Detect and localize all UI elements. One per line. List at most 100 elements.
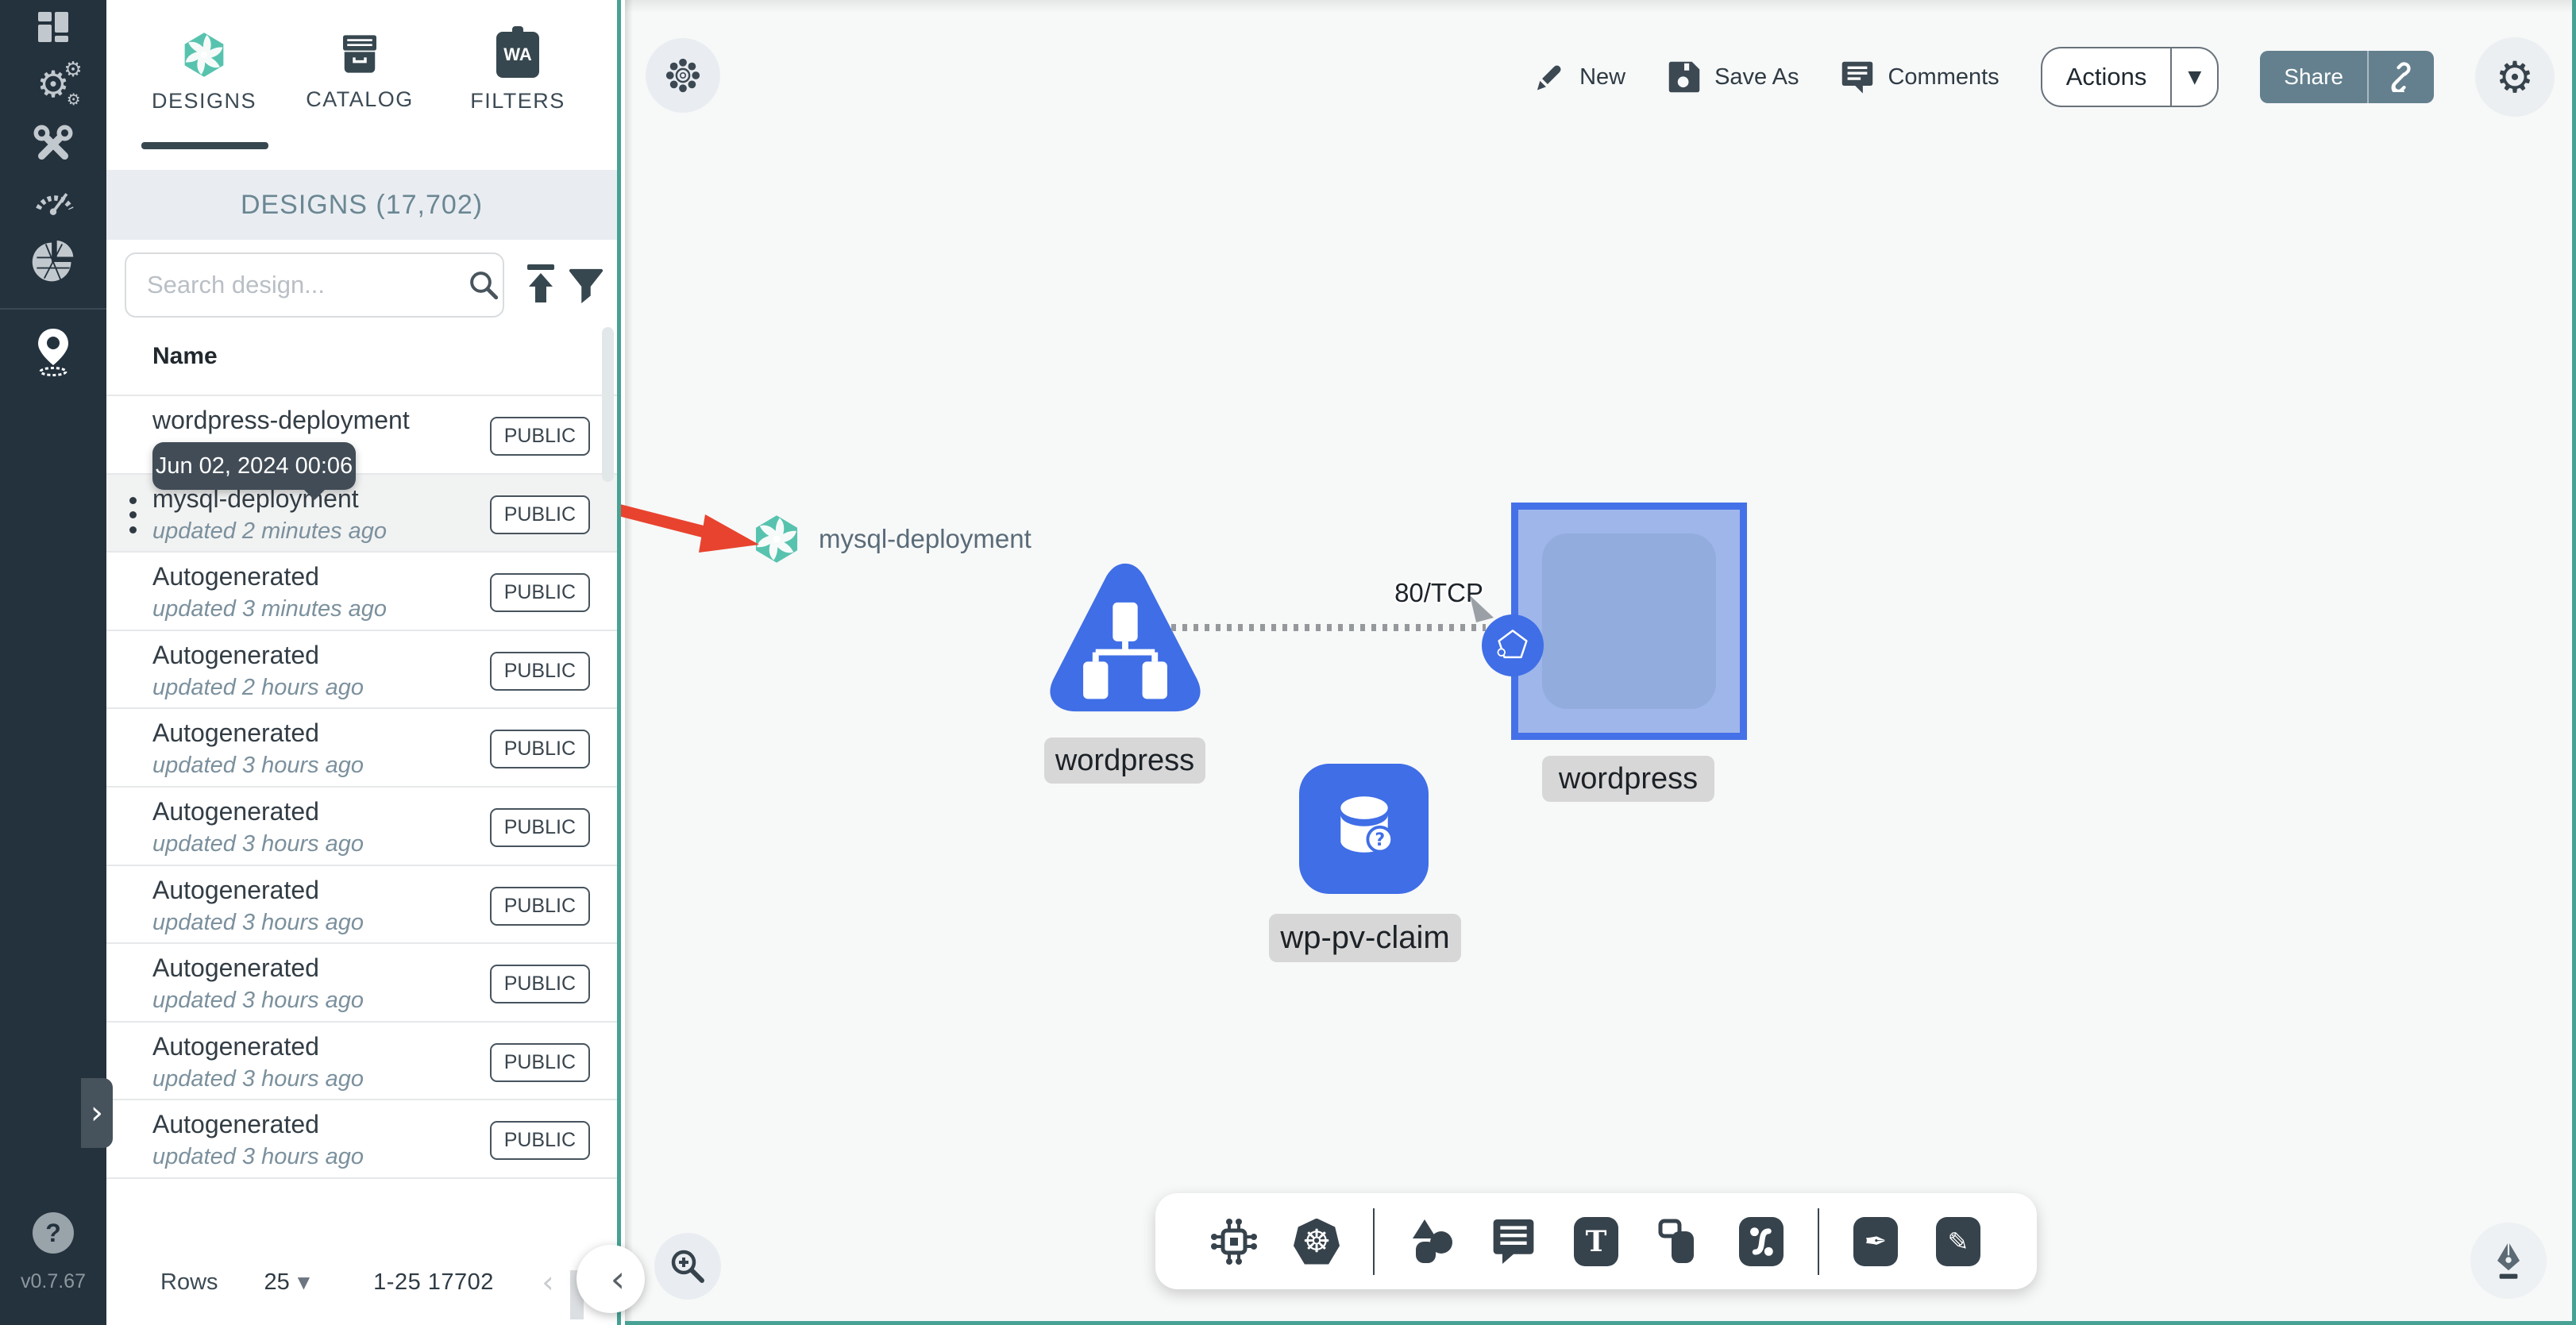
visibility-badge: PUBLIC — [489, 651, 590, 691]
caret-down-icon[interactable]: ▼ — [2172, 67, 2217, 87]
active-tab-indicator — [141, 142, 268, 149]
visibility-badge: PUBLIC — [489, 417, 590, 456]
design-row[interactable]: Autogenerated updated 2 hours ago PUBLIC — [106, 629, 617, 708]
design-updated: updated 2 hours ago — [152, 674, 364, 700]
sidebar-item-lifecycle[interactable]: ⚙ ⚙ ⚙ — [0, 52, 106, 116]
annotation-text: mysql-deployment — [819, 524, 1032, 553]
settings-button[interactable]: ⚙ — [2475, 37, 2555, 117]
node-wordpress-namespace[interactable] — [1511, 503, 1747, 740]
visibility-badge: PUBLIC — [489, 807, 590, 847]
gear-icon: ⚙ — [2495, 52, 2535, 102]
design-row[interactable]: Autogenerated updated 3 hours ago PUBLIC — [106, 707, 617, 786]
rows-per-page-select[interactable]: 25 ▼ — [264, 1269, 310, 1296]
design-updated: updated 2 minutes ago — [152, 518, 388, 544]
pencil-doodle-icon: ✎ — [1936, 1216, 1980, 1266]
design-updated: updated 3 hours ago — [152, 830, 364, 857]
design-updated: updated 3 minutes ago — [152, 596, 388, 622]
visibility-badge: PUBLIC — [489, 573, 590, 613]
asterisk-wheel-icon — [665, 58, 700, 93]
edge-connection[interactable] — [1171, 624, 1486, 631]
comments-icon — [1842, 61, 1873, 94]
canvas-menu-button[interactable] — [646, 38, 720, 113]
visibility-badge: PUBLIC — [489, 730, 590, 769]
design-updated: updated 3 hours ago — [152, 1144, 364, 1170]
actions-split-button[interactable]: Actions ▼ — [2040, 47, 2219, 107]
kubernetes-tool[interactable]: ☸ — [1290, 1214, 1343, 1269]
connect-tool[interactable] — [1735, 1214, 1787, 1269]
toolbar-divider — [1373, 1208, 1375, 1275]
node-label-wordpress: wordpress — [1044, 738, 1205, 784]
panel-tabs: DESIGNS CATALOG WA FILTERS — [106, 0, 617, 170]
design-updated: updated 3 hours ago — [152, 909, 364, 935]
design-name: Autogenerated — [152, 875, 319, 904]
design-row[interactable]: Autogenerated updated 3 hours ago PUBLIC — [106, 864, 617, 943]
search-box — [125, 252, 504, 318]
wasm-filter-icon: WA — [496, 26, 539, 78]
tab-catalog[interactable]: CATALOG — [292, 32, 427, 143]
component-tool[interactable] — [1208, 1214, 1260, 1269]
tab-designs[interactable]: DESIGNS — [137, 32, 272, 143]
connect-curve-icon — [1739, 1216, 1784, 1266]
design-row[interactable]: Autogenerated updated 3 hours ago PUBLIC — [106, 785, 617, 865]
text-tool-icon: T — [1574, 1216, 1618, 1266]
shapes-tool[interactable] — [1405, 1214, 1457, 1269]
service-port-node[interactable] — [1482, 614, 1544, 676]
updated-date-tooltip: Jun 02, 2024 00:06 — [152, 442, 356, 500]
list-scrollbar[interactable] — [602, 327, 614, 482]
column-header-name: Name — [152, 343, 218, 369]
mysql-deployment-annotation[interactable]: mysql-deployment — [752, 514, 1032, 564]
design-canvas[interactable]: New Save As Comments Actions ▼ Share ⚙ m… — [605, 0, 2576, 1325]
design-row[interactable]: Autogenerated updated 3 hours ago PUBLIC — [106, 1099, 617, 1177]
save-as-button[interactable]: Save As — [1667, 60, 1799, 94]
component-chip-icon — [1211, 1218, 1257, 1265]
rows-per-page-label: Rows — [160, 1269, 218, 1295]
comments-button[interactable]: Comments — [1840, 60, 1999, 94]
gauge-icon — [36, 193, 74, 215]
share-label: Share — [2284, 64, 2343, 89]
sidebar-item-extensions[interactable] — [0, 230, 106, 294]
share-split-button[interactable]: Share — [2260, 51, 2434, 103]
notes-tool[interactable] — [1487, 1214, 1540, 1269]
design-name: Autogenerated — [152, 562, 319, 591]
panel-header: DESIGNS (17,702) — [106, 170, 617, 240]
upload-design-button[interactable] — [523, 262, 559, 308]
sidebar-item-dashboard[interactable] — [0, 0, 106, 59]
tab-filters[interactable]: WA FILTERS — [450, 26, 585, 143]
rail-expand-button[interactable]: › — [81, 1078, 113, 1148]
caret-down-icon: ▼ — [297, 1273, 310, 1292]
zoom-in-button[interactable] — [654, 1233, 721, 1300]
row-menu-kebab-icon[interactable] — [127, 496, 138, 533]
wrenches-icon — [33, 125, 73, 160]
search-icon[interactable] — [464, 254, 503, 316]
help-button[interactable]: ? — [33, 1212, 74, 1254]
sidebar-item-performance[interactable] — [0, 165, 106, 229]
previous-page-button[interactable]: ‹ — [530, 1265, 565, 1300]
node-wp-pv-claim[interactable]: ? — [1299, 764, 1429, 894]
tab-designs-label: DESIGNS — [151, 89, 257, 113]
design-row[interactable]: Autogenerated updated 3 hours ago PUBLIC — [106, 942, 617, 1021]
collapse-panel-button[interactable]: ‹ — [577, 1245, 645, 1313]
text-tool[interactable]: T — [1570, 1214, 1622, 1269]
node-wordpress-deployment[interactable] — [1047, 556, 1203, 718]
copy-link-button[interactable] — [2369, 62, 2434, 92]
new-button[interactable]: New — [1532, 60, 1625, 94]
design-row[interactable]: Autogenerated updated 3 minutes ago PUBL… — [106, 551, 617, 630]
pencil-tool[interactable]: ✎ — [1932, 1214, 1984, 1269]
design-mode-button[interactable] — [2470, 1223, 2547, 1299]
namespace-inner-region — [1542, 533, 1716, 709]
filter-list-button[interactable] — [567, 264, 605, 308]
search-input[interactable] — [126, 271, 464, 299]
rail-divider — [0, 308, 106, 310]
kubernetes-wheel-icon: ☸ — [1294, 1218, 1340, 1265]
sidebar-item-kanvas[interactable] — [0, 320, 106, 383]
copy-shapes-tool[interactable] — [1652, 1214, 1705, 1269]
design-name: Autogenerated — [152, 796, 319, 826]
pen-tool[interactable]: ✒ — [1849, 1214, 1902, 1269]
copy-shapes-icon — [1658, 1219, 1694, 1263]
upload-icon — [527, 264, 554, 302]
design-updated: updated 3 hours ago — [152, 1065, 364, 1092]
design-row[interactable]: Autogenerated updated 3 hours ago PUBLIC — [106, 1020, 617, 1100]
pentagon-icon — [1497, 630, 1528, 659]
canvas-topbar: New Save As Comments Actions ▼ Share ⚙ — [1532, 32, 2555, 122]
panel-footer: Rows 25 ▼ 1-25 17702 ‹ › — [106, 1177, 617, 1325]
